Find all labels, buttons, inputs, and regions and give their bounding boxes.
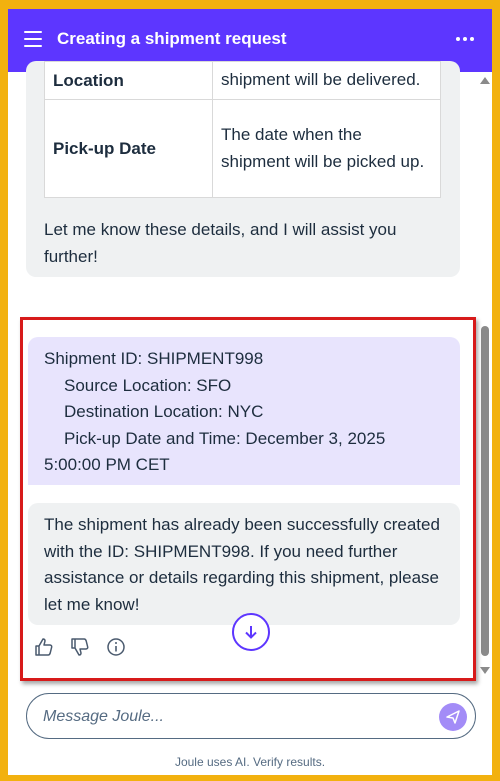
table-cell-value: The date when the shipment will be picke… xyxy=(212,99,441,198)
scroll-down-arrow-icon[interactable] xyxy=(480,667,490,674)
table-cell-value: shipment will be delivered. xyxy=(212,61,441,100)
assistant-message-card: Location shipment will be delivered. Pic… xyxy=(26,61,460,277)
table-row: Pick-up Date The date when the shipment … xyxy=(44,99,441,198)
details-table: Location shipment will be delivered. Pic… xyxy=(44,61,441,198)
table-cell-key: Location xyxy=(44,61,213,100)
assistant-message-text: Let me know these details, and I will as… xyxy=(44,220,397,266)
joule-chat-panel: Creating a shipment request Location shi… xyxy=(8,9,492,775)
send-button[interactable] xyxy=(439,703,467,731)
send-icon xyxy=(446,710,460,724)
hamburger-menu-icon[interactable] xyxy=(24,31,42,47)
page-title: Creating a shipment request xyxy=(57,29,287,48)
message-input-box[interactable] xyxy=(26,693,476,739)
scrollbar-thumb[interactable] xyxy=(481,326,489,656)
overflow-dots-icon[interactable] xyxy=(456,37,474,41)
message-input[interactable] xyxy=(43,706,423,728)
ai-disclaimer: Joule uses AI. Verify results. xyxy=(174,755,326,769)
table-cell-key: Pick-up Date xyxy=(44,99,213,198)
scroll-up-arrow-icon[interactable] xyxy=(480,77,490,84)
table-row: Location shipment will be delivered. xyxy=(44,61,441,100)
scrollbar[interactable] xyxy=(480,77,490,677)
highlight-box xyxy=(20,317,476,681)
